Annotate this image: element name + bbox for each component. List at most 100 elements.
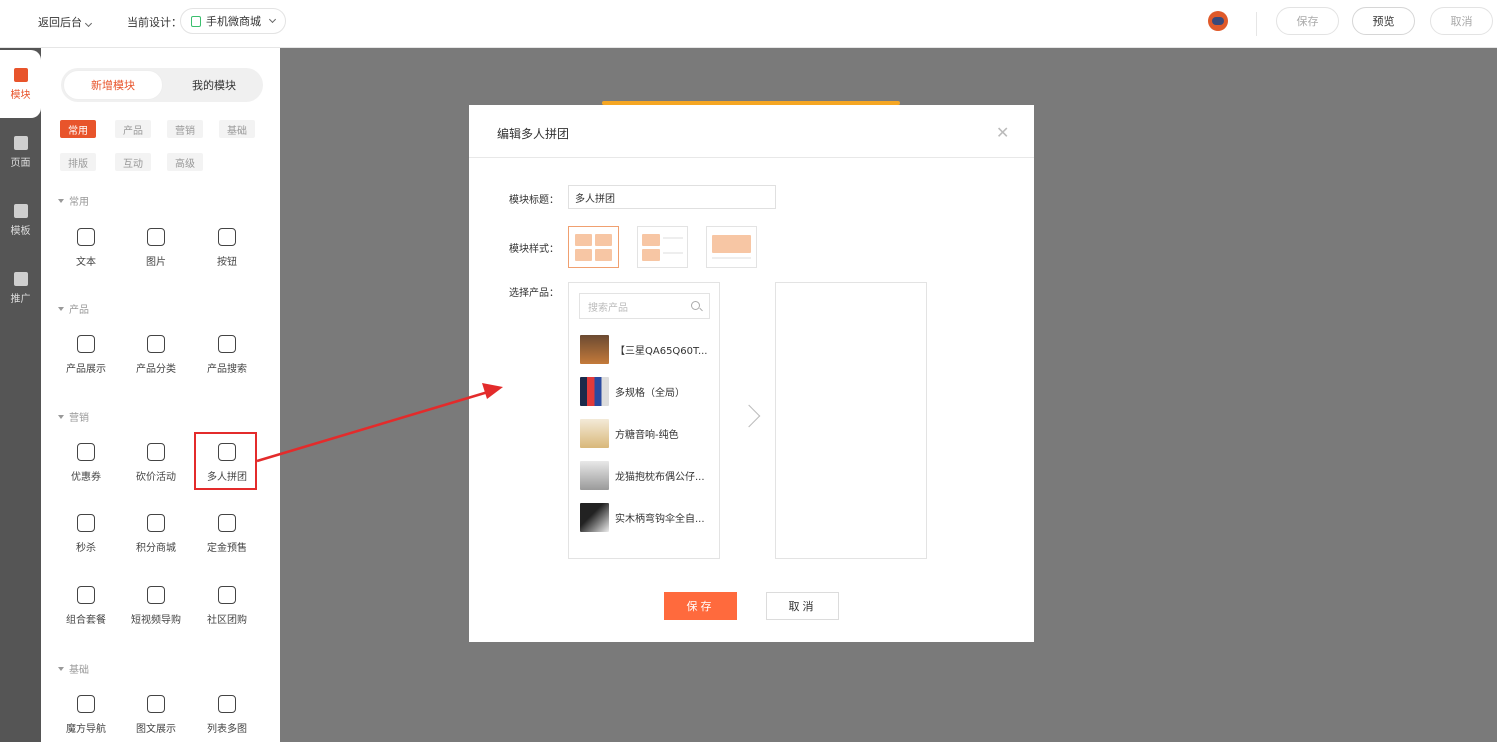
thumb-cell	[642, 233, 660, 246]
module-image[interactable]: 图片	[121, 228, 191, 268]
preview-button[interactable]: 预览	[1352, 7, 1415, 35]
chip-interactive[interactable]: 互动	[115, 153, 151, 171]
product-list: 搜索产品 【三星QA65Q60T... 多规格（全局） 方糖音响-纯色 龙猫抱枕…	[568, 282, 720, 559]
product-thumbnail	[580, 418, 609, 448]
chevron-down-icon	[268, 15, 277, 24]
module-list-images[interactable]: 列表多图	[192, 695, 262, 735]
rail-item-template[interactable]: 模板	[0, 186, 41, 254]
video-bag-icon	[147, 586, 165, 604]
list-item[interactable]: 多规格（全局）	[580, 376, 715, 406]
divider	[1256, 12, 1257, 36]
dialog-save-button[interactable]: 保存	[664, 592, 737, 620]
module-tabs: 新增模块 我的模块	[61, 68, 263, 102]
calendar-icon	[218, 514, 236, 532]
product-thumbnail	[580, 502, 609, 532]
image-icon	[147, 695, 165, 713]
chip-marketing[interactable]: 营销	[167, 120, 203, 138]
module-button[interactable]: 按钮	[192, 228, 262, 268]
template-icon	[13, 204, 28, 218]
coupon-icon	[77, 443, 95, 461]
chip-layout[interactable]: 排版	[60, 153, 96, 171]
chip-product[interactable]: 产品	[115, 120, 151, 138]
dialog-cancel-button[interactable]: 取消	[766, 592, 839, 620]
bag-icon	[77, 586, 95, 604]
image-icon	[218, 695, 236, 713]
save-button[interactable]: 保存	[1276, 7, 1339, 35]
tag-icon	[147, 443, 165, 461]
rail-item-module[interactable]: 模块	[0, 50, 41, 118]
chip-common[interactable]: 常用	[60, 120, 96, 138]
module-video-guide[interactable]: 短视频导购	[121, 586, 191, 626]
chip-basic[interactable]: 基础	[219, 120, 255, 138]
annotation-highlight-box	[194, 432, 257, 490]
product-thumbnail	[580, 460, 609, 490]
module-community-buy[interactable]: 社区团购	[192, 586, 262, 626]
rail-item-label: 页面	[10, 158, 31, 169]
grid-icon	[77, 335, 95, 353]
module-flash-sale[interactable]: 秒杀	[51, 514, 121, 554]
section-marketing[interactable]: 营销	[58, 409, 89, 424]
thumb-line	[663, 236, 683, 246]
page-icon	[13, 136, 28, 150]
thumb-cell	[642, 248, 660, 261]
back-to-admin-link[interactable]: 返回后台	[38, 14, 93, 30]
design-selector[interactable]: 手机微商城	[180, 8, 286, 34]
module-presale[interactable]: 定金预售	[192, 514, 262, 554]
module-product-search[interactable]: 产品搜索	[192, 335, 262, 375]
chevron-right-icon[interactable]	[737, 404, 761, 428]
design-name: 手机微商城	[206, 15, 261, 28]
product-search-input[interactable]: 搜索产品	[579, 293, 710, 319]
selected-products-box	[775, 282, 927, 559]
section-product[interactable]: 产品	[58, 301, 89, 316]
module-bargain[interactable]: 砍价活动	[121, 443, 191, 483]
dots-grid-icon	[77, 695, 95, 713]
style-option-grid[interactable]	[568, 226, 619, 268]
style-option-list[interactable]	[637, 226, 688, 268]
caret-down-icon	[58, 666, 64, 671]
select-product-label: 选择产品：	[509, 288, 559, 299]
list-item[interactable]: 【三星QA65Q60T...	[580, 334, 715, 364]
avatar[interactable]	[1208, 11, 1228, 31]
style-option-large[interactable]	[706, 226, 757, 268]
module-text[interactable]: 文本	[51, 228, 121, 268]
community-icon	[218, 586, 236, 604]
module-product-category[interactable]: 产品分类	[121, 335, 191, 375]
close-icon[interactable]: ✕	[996, 123, 1009, 142]
section-common[interactable]: 常用	[58, 193, 89, 208]
module-coupon[interactable]: 优惠券	[51, 443, 121, 483]
caret-down-icon	[58, 198, 64, 203]
rail-item-page[interactable]: 页面	[0, 118, 41, 186]
rail-item-label: 模板	[10, 226, 31, 237]
product-thumbnail	[580, 376, 609, 406]
list-item[interactable]: 方糖音响-纯色	[580, 418, 715, 448]
thumb-cell	[575, 248, 592, 261]
module-product-display[interactable]: 产品展示	[51, 335, 121, 375]
thumb-cell	[712, 235, 751, 253]
module-style-label: 模块样式：	[509, 244, 559, 255]
rail-item-label: 推广	[10, 294, 31, 305]
rail-item-label: 模块	[10, 90, 31, 101]
module-title-input[interactable]: 多人拼团	[568, 185, 776, 209]
module-cube-nav[interactable]: 魔方导航	[51, 695, 121, 735]
tab-new-module[interactable]: 新增模块	[63, 70, 163, 100]
image-icon	[147, 228, 165, 246]
list-item[interactable]: 龙猫抱枕布偶公仔...	[580, 460, 715, 490]
chip-advanced[interactable]: 高级	[167, 153, 203, 171]
section-basic[interactable]: 基础	[58, 661, 89, 676]
cancel-button[interactable]: 取消	[1430, 7, 1493, 35]
list-item[interactable]: 实木柄弯钩伞全自...	[580, 502, 715, 532]
rail-item-promotion[interactable]: 推广	[0, 254, 41, 322]
module-image-text[interactable]: 图文展示	[121, 695, 191, 735]
dialog-title: 编辑多人拼团	[497, 127, 570, 141]
list-icon	[147, 335, 165, 353]
left-rail: 模块 页面 模板 推广	[0, 48, 41, 742]
tab-my-module[interactable]: 我的模块	[165, 68, 263, 102]
diamond-icon	[147, 514, 165, 532]
module-icon	[13, 68, 28, 82]
module-points-mall[interactable]: 积分商城	[121, 514, 191, 554]
stopwatch-icon	[77, 514, 95, 532]
thumb-cell	[575, 233, 592, 246]
thumb-cell	[595, 248, 612, 261]
module-bundle[interactable]: 组合套餐	[51, 586, 121, 626]
module-panel: 新增模块 我的模块 常用 产品 营销 基础 排版 互动 高级 常用 文本 图片 …	[41, 48, 280, 742]
